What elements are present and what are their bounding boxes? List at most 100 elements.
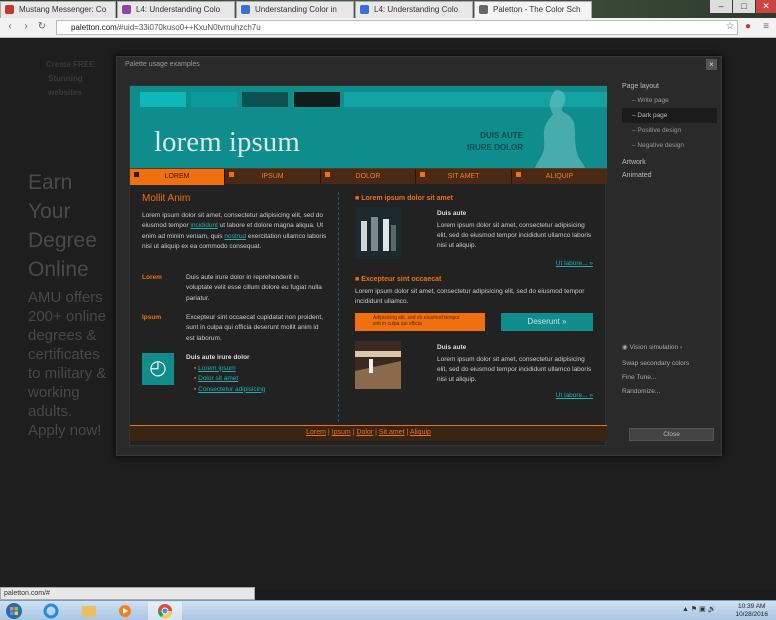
item-text: Excepteur sint occaecat cupidatat non pr… bbox=[186, 313, 323, 342]
browser-tab-3[interactable]: Understanding Color in bbox=[236, 1, 354, 18]
list-link[interactable]: Dolor sit amet bbox=[198, 375, 238, 382]
people-photo bbox=[355, 207, 401, 259]
preview-header: lorem ipsum DUIS AUTE IRURE DOLOR bbox=[130, 86, 607, 168]
menu-label: DOLOR bbox=[355, 173, 381, 180]
notice-box: Adipisicing elit, sed do eiusmod tempor … bbox=[355, 313, 485, 331]
paragraph: Lorem ipsum dolor sit amet, consectetur … bbox=[355, 288, 585, 305]
tab-label: L4: Understanding Colo bbox=[374, 5, 459, 14]
ie-icon[interactable] bbox=[36, 602, 66, 620]
clock[interactable]: 10:39 AM 10/28/2016 bbox=[735, 603, 768, 619]
bullet-icon bbox=[325, 172, 330, 177]
modal-close-icon[interactable]: × bbox=[706, 59, 717, 70]
preview-menu: LOREM IPSUM DOLOR SIT AMET ALIQUIP bbox=[130, 168, 607, 185]
url-input[interactable]: paletton.com/#uid=33i070kuso0++KxuN0tvmu… bbox=[56, 20, 738, 35]
definition-item: Ipsum Excepteur sint occaecat cupidatat … bbox=[142, 313, 332, 353]
back-icon[interactable]: ‹ bbox=[4, 21, 16, 33]
url-path: /#uid=33i070kuso0++KxuN0tvmuhzch7u bbox=[116, 23, 261, 32]
definition-item: Lorem Duis aute irure dolor in reprehend… bbox=[142, 273, 332, 313]
palette-usage-modal: Palette usage examples × lorem ipsum DUI… bbox=[116, 56, 722, 456]
menu-item-aliquip[interactable]: ALIQUIP bbox=[512, 169, 607, 185]
start-icon[interactable] bbox=[2, 602, 26, 620]
ghost-link: websites bbox=[48, 88, 82, 97]
footer-link[interactable]: Dolor bbox=[356, 429, 373, 436]
ad-text[interactable]: AMU offers 200+ online degrees & certifi… bbox=[28, 288, 108, 440]
list-link[interactable]: Consectetur adipisicing bbox=[198, 386, 265, 393]
browser-tab-5[interactable]: Paletton - The Color Sch bbox=[474, 1, 592, 18]
tab-label: L4: Understanding Colo bbox=[136, 5, 221, 14]
close-window-button[interactable]: ✕ bbox=[756, 0, 776, 13]
card: Duis aute Lorem ipsum dolor sit amet, co… bbox=[355, 341, 595, 403]
forward-icon[interactable]: › bbox=[20, 21, 32, 33]
deserunt-button[interactable]: Deserunt » bbox=[501, 313, 593, 331]
right-column: ■ Lorem ipsum dolor sit amet Duis aute L… bbox=[355, 194, 595, 403]
minimize-button[interactable]: – bbox=[710, 0, 732, 13]
clock-icon: ◴ bbox=[142, 352, 174, 385]
incididunt-link[interactable]: incididunt bbox=[190, 222, 217, 229]
preview-tagline: DUIS AUTE IRURE DOLOR bbox=[467, 130, 523, 154]
browser-tab-4[interactable]: L4: Understanding Colo bbox=[355, 1, 473, 18]
footer-link[interactable]: Lorem bbox=[306, 429, 326, 436]
option-label: Dark page bbox=[637, 112, 668, 119]
close-button[interactable]: Close bbox=[629, 428, 714, 441]
reload-icon[interactable]: ↻ bbox=[36, 21, 48, 33]
animated-toggle[interactable]: Animated bbox=[622, 172, 717, 179]
menu-label: IPSUM bbox=[261, 173, 284, 180]
option-negative-design[interactable]: – Negative design bbox=[622, 138, 717, 153]
bullet-icon bbox=[516, 172, 521, 177]
option-label: Positive design bbox=[637, 127, 682, 134]
swap-colors-link[interactable]: Swap secondary colors bbox=[622, 360, 717, 367]
menu-label: SIT AMET bbox=[447, 173, 480, 180]
read-more-link[interactable]: Ut labore... » bbox=[556, 259, 593, 269]
section-heading: ■ Lorem ipsum dolor sit amet bbox=[355, 194, 595, 204]
list-item[interactable]: ▪ Consectetur adipisicing bbox=[194, 385, 265, 396]
course-icon bbox=[122, 5, 131, 14]
list-item[interactable]: ▪ Dolor sit amet bbox=[194, 374, 265, 385]
doc-icon bbox=[241, 5, 250, 14]
tab-strip: Mustang Messenger: Co L4: Understanding … bbox=[0, 0, 776, 18]
media-player-icon[interactable] bbox=[110, 602, 140, 620]
fine-tune-link[interactable]: Fine Tune... bbox=[622, 374, 717, 381]
option-write-page[interactable]: – Write page bbox=[622, 93, 717, 108]
menu-item-dolor[interactable]: DOLOR bbox=[321, 169, 416, 185]
option-dark-page[interactable]: – Dark page bbox=[622, 108, 717, 123]
list-block: ◴ Duis aute irure dolor ▪ Lorem ipsum ▪ … bbox=[142, 352, 332, 397]
bullet-icon bbox=[229, 172, 234, 177]
explorer-icon[interactable] bbox=[74, 602, 104, 620]
card-title: Duis aute bbox=[437, 344, 467, 351]
artwork-toggle[interactable]: Artwork bbox=[622, 159, 717, 166]
date: 10/28/2016 bbox=[735, 611, 768, 618]
section-heading: Mollit Anim bbox=[142, 193, 191, 204]
options-sidebar: Page layout – Write page – Dark page – P… bbox=[622, 83, 717, 395]
preview-title: lorem ipsum bbox=[154, 126, 300, 158]
tray-icons[interactable]: ▲ ⚑ ▣ 🔊 bbox=[682, 605, 716, 613]
randomize-link[interactable]: Randomize... bbox=[622, 388, 717, 395]
read-more-link[interactable]: Ut labore... » bbox=[556, 391, 593, 401]
browser-tab-2[interactable]: L4: Understanding Colo bbox=[117, 1, 235, 18]
star-icon[interactable]: ☆ bbox=[724, 21, 736, 33]
vision-simulation[interactable]: ◉ Vision simulation › bbox=[622, 343, 717, 351]
ad-headline[interactable]: Earn Your Degree Online bbox=[28, 168, 118, 284]
chrome-icon[interactable] bbox=[148, 602, 182, 620]
menu-item-ipsum[interactable]: IPSUM bbox=[225, 169, 321, 185]
browser-tab-1[interactable]: Mustang Messenger: Co bbox=[0, 1, 116, 18]
doc-icon bbox=[360, 5, 369, 14]
heading-text: Excepteur sint occaecat bbox=[361, 276, 442, 283]
option-positive-design[interactable]: – Positive design bbox=[622, 123, 717, 138]
nostrud-link[interactable]: nostrud bbox=[224, 233, 246, 240]
extension-icon[interactable]: ● bbox=[742, 21, 754, 33]
footer-link[interactable]: Ipsum bbox=[332, 429, 351, 436]
maximize-button[interactable]: □ bbox=[733, 0, 755, 13]
list-item[interactable]: ▪ Lorem ipsum bbox=[194, 364, 265, 375]
menu-item-sit-amet[interactable]: SIT AMET bbox=[416, 169, 512, 185]
color-swatch bbox=[140, 92, 186, 107]
item-text: Duis aute irure dolor in reprehenderit i… bbox=[186, 273, 322, 302]
footer-link[interactable]: Sit amet bbox=[379, 429, 405, 436]
time: 10:39 AM bbox=[737, 603, 766, 610]
menu-icon[interactable]: ≡ bbox=[760, 21, 772, 33]
menu-item-lorem[interactable]: LOREM bbox=[130, 169, 225, 185]
menu-label: LOREM bbox=[164, 173, 190, 180]
item-label: Ipsum bbox=[142, 313, 162, 321]
footer-link[interactable]: Aliquip bbox=[410, 429, 431, 436]
list-link[interactable]: Lorem ipsum bbox=[198, 365, 236, 372]
card-title: Duis aute bbox=[437, 210, 467, 217]
